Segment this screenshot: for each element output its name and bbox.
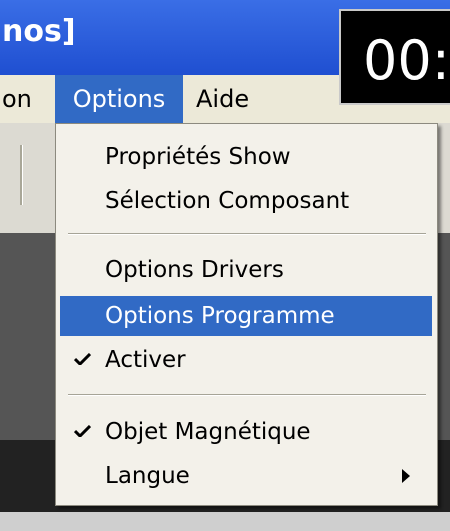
menu-item-aide[interactable]: Aide [196, 75, 266, 123]
menu-item-edition[interactable]: on [0, 75, 44, 123]
menu-item-objet-magnetique[interactable]: Objet Magnétique [60, 412, 432, 452]
menu-item-selection-composant[interactable]: Sélection Composant [60, 181, 432, 221]
status-strip [0, 512, 450, 531]
menu-item-label: Langue [105, 463, 190, 489]
options-dropdown-menu: Propriétés Show Sélection Composant Opti… [55, 123, 438, 506]
menu-item-options-programme[interactable]: Options Programme [60, 296, 432, 336]
timer-text: 00: [363, 29, 450, 92]
menu-item-label: Activer [105, 347, 186, 373]
menu-item-label: Options Programme [105, 303, 335, 329]
menu-separator [68, 394, 426, 396]
menu-bar-extension [339, 105, 450, 123]
menu-item-options[interactable]: Options [55, 75, 183, 123]
timer-display: 00: [339, 9, 450, 105]
menu-item-label: Sélection Composant [105, 188, 350, 214]
menu-item-proprietes-show[interactable]: Propriétés Show [60, 137, 432, 177]
menu-item-label: Propriétés Show [105, 144, 291, 170]
menu-item-langue[interactable]: Langue [60, 456, 432, 496]
window-title: nos] [2, 14, 76, 49]
menu-item-label: Objet Magnétique [105, 419, 311, 445]
checkmark-icon [74, 353, 91, 365]
submenu-arrow-icon [402, 469, 410, 483]
menu-item-options-drivers[interactable]: Options Drivers [60, 250, 432, 290]
checkmark-icon [74, 425, 91, 437]
menu-item-activer[interactable]: Activer [60, 340, 432, 380]
menu-separator [68, 233, 426, 235]
toolbar-separator [20, 145, 23, 205]
menu-item-label: Options Drivers [105, 257, 284, 283]
